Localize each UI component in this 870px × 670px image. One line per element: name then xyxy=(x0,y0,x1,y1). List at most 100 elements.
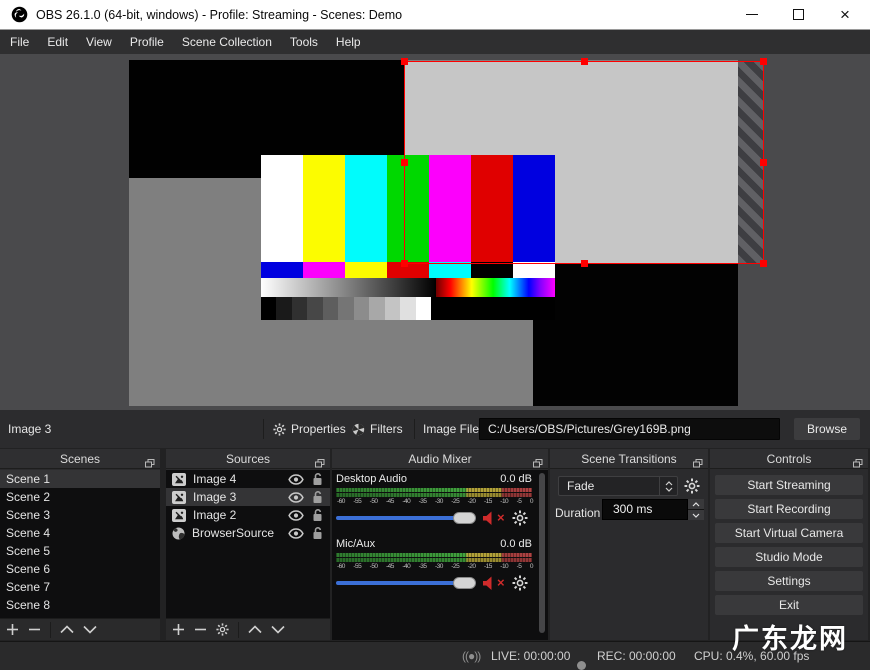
gear-icon xyxy=(273,423,286,436)
scene-list-item[interactable]: Scene 5 xyxy=(0,542,160,560)
transition-select[interactable]: Fade xyxy=(558,476,678,496)
obs-window: OBS 26.1.0 (64-bit, windows) - Profile: … xyxy=(0,0,870,670)
button-exit[interactable]: Exit xyxy=(715,595,863,615)
meter-scale: -60-55-50-45-40-35-30-25-20-15-10-50 xyxy=(336,498,532,506)
move-scene-up-button[interactable] xyxy=(60,625,74,634)
lock-icon[interactable] xyxy=(312,509,324,522)
transition-gear-icon[interactable] xyxy=(684,478,700,497)
selection-handle-middle-right[interactable] xyxy=(760,159,767,166)
gray-step xyxy=(400,297,415,320)
source-list-item[interactable]: BrowserSource xyxy=(166,524,330,542)
visibility-eye-icon[interactable] xyxy=(288,528,304,539)
menu-view[interactable]: View xyxy=(77,30,121,54)
separator xyxy=(263,419,264,439)
gray-step xyxy=(276,297,291,320)
remove-source-button[interactable] xyxy=(194,623,207,636)
remove-scene-button[interactable] xyxy=(28,623,41,636)
menu-help[interactable]: Help xyxy=(327,30,370,54)
audio-mixer-panel: Audio Mixer Desktop Audio0.0 dB-60-55-50… xyxy=(332,449,548,640)
menu-scene-collection[interactable]: Scene Collection xyxy=(173,30,281,54)
add-scene-button[interactable] xyxy=(6,623,19,636)
maximize-button[interactable] xyxy=(776,0,820,29)
black-block xyxy=(431,297,555,320)
source-list-item[interactable]: Image 3 xyxy=(166,488,330,506)
lock-icon[interactable] xyxy=(312,491,324,504)
filters-button[interactable]: Filters xyxy=(352,410,403,448)
mute-button[interactable]: × xyxy=(482,510,505,525)
selected-source-label: Image 3 xyxy=(8,410,51,448)
color-bar xyxy=(261,155,303,262)
menu-file[interactable]: File xyxy=(1,30,38,54)
duration-decrement-button[interactable] xyxy=(688,510,704,520)
selection-handle-top-center[interactable] xyxy=(581,58,588,65)
button-start-virtual-camera[interactable]: Start Virtual Camera xyxy=(715,523,863,543)
volume-slider-handle[interactable] xyxy=(453,577,476,589)
move-source-down-button[interactable] xyxy=(271,625,285,634)
source-list-item[interactable]: Image 4 xyxy=(166,470,330,488)
scene-list-item[interactable]: Scene 6 xyxy=(0,560,160,578)
visibility-eye-icon[interactable] xyxy=(288,474,304,485)
scene-list-item[interactable]: Scene 8 xyxy=(0,596,160,614)
source-list-item[interactable]: Image 2 xyxy=(166,506,330,524)
menu-edit[interactable]: Edit xyxy=(38,30,77,54)
lock-icon[interactable] xyxy=(312,527,324,540)
move-source-up-button[interactable] xyxy=(248,625,262,634)
sources-toolbar xyxy=(166,618,330,640)
button-studio-mode[interactable]: Studio Mode xyxy=(715,547,863,567)
add-source-button[interactable] xyxy=(172,623,185,636)
source-black-rect-bottomright[interactable] xyxy=(533,264,738,406)
volume-slider[interactable] xyxy=(336,516,476,520)
color-bar xyxy=(261,262,303,278)
scenes-header[interactable]: Scenes xyxy=(0,449,160,469)
selection-handle-bottom-left[interactable] xyxy=(401,260,408,267)
menu-tools[interactable]: Tools xyxy=(281,30,327,54)
close-button[interactable]: × xyxy=(822,0,868,29)
scene-name: Scene 2 xyxy=(6,490,50,504)
scene-list-item[interactable]: Scene 2 xyxy=(0,488,160,506)
properties-button[interactable]: Properties xyxy=(273,410,346,448)
duration-input[interactable]: 300 ms xyxy=(602,499,688,520)
scene-name: Scene 5 xyxy=(6,544,50,558)
selection-rectangle[interactable] xyxy=(404,61,764,264)
sources-header[interactable]: Sources xyxy=(166,449,330,469)
volume-slider-handle[interactable] xyxy=(453,512,476,524)
selection-handle-bottom-right[interactable] xyxy=(760,260,767,267)
duration-increment-button[interactable] xyxy=(688,499,704,510)
source-properties-gear-icon[interactable] xyxy=(216,623,229,636)
volume-slider[interactable] xyxy=(336,581,476,585)
button-start-streaming[interactable]: Start Streaming xyxy=(715,475,863,495)
filters-icon xyxy=(352,423,365,436)
channel-gear-icon[interactable] xyxy=(512,510,528,529)
selection-handle-top-left[interactable] xyxy=(401,58,408,65)
minimize-button[interactable] xyxy=(730,0,774,29)
scene-list-item[interactable]: Scene 1 xyxy=(0,470,160,488)
controls-header[interactable]: Controls xyxy=(710,449,868,469)
button-start-recording[interactable]: Start Recording xyxy=(715,499,863,519)
move-scene-down-button[interactable] xyxy=(83,625,97,634)
selection-handle-middle-left[interactable] xyxy=(401,159,408,166)
image-file-input[interactable]: C:/Users/OBS/Pictures/Grey169B.png xyxy=(479,418,780,440)
scene-list-item[interactable]: Scene 7 xyxy=(0,578,160,596)
preview-area[interactable] xyxy=(0,54,870,410)
visibility-eye-icon[interactable] xyxy=(288,510,304,521)
scene-list-item[interactable]: Scene 3 xyxy=(0,506,160,524)
selection-handle-bottom-center[interactable] xyxy=(581,260,588,267)
button-settings[interactable]: Settings xyxy=(715,571,863,591)
scene-list-item[interactable]: Scene 4 xyxy=(0,524,160,542)
visibility-eye-icon[interactable] xyxy=(288,492,304,503)
lock-icon[interactable] xyxy=(312,473,324,486)
gray-step xyxy=(307,297,322,320)
menu-profile[interactable]: Profile xyxy=(121,30,173,54)
mixer-scrollbar[interactable] xyxy=(539,473,545,633)
browse-button[interactable]: Browse xyxy=(794,418,860,440)
controls-panel: Controls Start Streaming Start Recording S… xyxy=(710,449,868,640)
gray-step xyxy=(354,297,369,320)
image-icon xyxy=(172,509,186,522)
selection-handle-top-right[interactable] xyxy=(760,58,767,65)
audio-mixer-body: Desktop Audio0.0 dB-60-55-50-45-40-35-30… xyxy=(332,470,548,640)
channel-gear-icon[interactable] xyxy=(512,575,528,594)
scene-transitions-header[interactable]: Scene Transitions xyxy=(550,449,708,469)
mute-button[interactable]: × xyxy=(482,575,505,590)
combo-arrows[interactable] xyxy=(659,477,677,495)
audio-mixer-header[interactable]: Audio Mixer xyxy=(332,449,548,469)
